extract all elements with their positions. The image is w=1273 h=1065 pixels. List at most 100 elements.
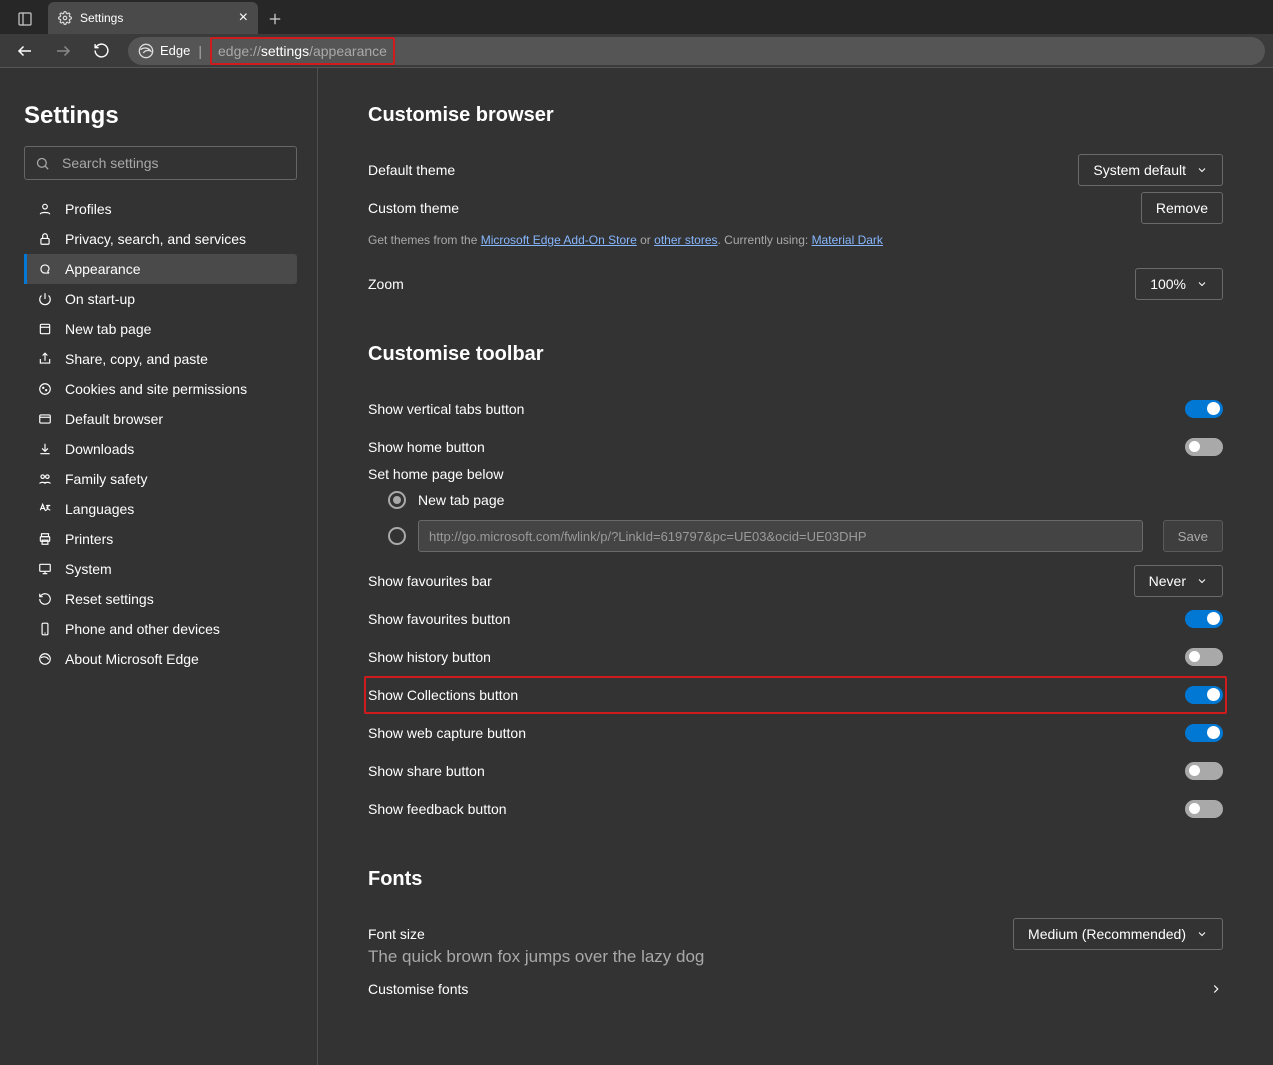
history-button-label: Show history button: [368, 649, 491, 665]
cookie-icon: [37, 381, 53, 397]
edge-site-info[interactable]: Edge: [138, 43, 190, 59]
nav-startup[interactable]: On start-up: [24, 284, 297, 314]
back-button[interactable]: [8, 36, 42, 66]
phone-icon: [37, 621, 53, 637]
default-theme-label: Default theme: [368, 162, 455, 178]
tab-title: Settings: [80, 11, 123, 25]
reset-icon: [37, 591, 53, 607]
address-separator: |: [198, 43, 202, 59]
addon-store-link[interactable]: Microsoft Edge Add-On Store: [481, 233, 637, 247]
fav-bar-label: Show favourites bar: [368, 573, 492, 589]
section-fonts: Fonts Font size Medium (Recommended) The…: [368, 868, 1223, 1011]
nav-profiles[interactable]: Profiles: [24, 194, 297, 224]
share-button-toggle[interactable]: [1185, 762, 1223, 780]
vertical-tabs-label: Show vertical tabs button: [368, 401, 524, 417]
search-icon: [35, 156, 50, 171]
gear-icon: [58, 11, 72, 25]
nav-downloads[interactable]: Downloads: [24, 434, 297, 464]
nav-default-browser[interactable]: Default browser: [24, 404, 297, 434]
nav-family[interactable]: Family safety: [24, 464, 297, 494]
lock-icon: [37, 231, 53, 247]
home-button-sub: Set home page below: [368, 466, 1223, 482]
remove-theme-button[interactable]: Remove: [1141, 192, 1223, 224]
heading-fonts: Fonts: [368, 868, 1223, 891]
address-url-highlight: edge://settings/appearance: [210, 37, 395, 65]
fav-button-toggle[interactable]: [1185, 610, 1223, 628]
nav-reset[interactable]: Reset settings: [24, 584, 297, 614]
edge-icon: [37, 651, 53, 667]
customise-fonts-link[interactable]: Customise fonts: [368, 967, 1223, 1011]
page-icon: [37, 321, 53, 337]
font-size-label: Font size: [368, 926, 425, 942]
printer-icon: [37, 531, 53, 547]
home-url-save-button[interactable]: Save: [1163, 520, 1223, 552]
home-button-label: Show home button: [368, 439, 485, 455]
zoom-label: Zoom: [368, 276, 404, 292]
chevron-down-icon: [1196, 575, 1208, 587]
font-sample-text: The quick brown fox jumps over the lazy …: [368, 947, 1223, 967]
forward-button[interactable]: [46, 36, 80, 66]
browser-tab[interactable]: Settings ×: [48, 2, 258, 34]
search-settings[interactable]: [24, 146, 297, 180]
current-theme-link[interactable]: Material Dark: [812, 233, 883, 247]
chevron-down-icon: [1196, 278, 1208, 290]
heading-customise-browser: Customise browser: [368, 104, 1223, 127]
search-settings-input[interactable]: [60, 154, 286, 172]
monitor-icon: [37, 561, 53, 577]
chevron-right-icon: [1209, 982, 1223, 996]
brush-icon: [37, 261, 53, 277]
font-size-select[interactable]: Medium (Recommended): [1013, 918, 1223, 950]
nav-phone[interactable]: Phone and other devices: [24, 614, 297, 644]
share-button-label: Show share button: [368, 763, 485, 779]
section-customise-toolbar: Customise toolbar Show vertical tabs but…: [368, 343, 1223, 828]
new-tab-button[interactable]: [258, 4, 292, 34]
power-icon: [37, 291, 53, 307]
nav-printers[interactable]: Printers: [24, 524, 297, 554]
zoom-select[interactable]: 100%: [1135, 268, 1223, 300]
fav-bar-select[interactable]: Never: [1134, 565, 1223, 597]
other-stores-link[interactable]: other stores: [654, 233, 717, 247]
custom-theme-label: Custom theme: [368, 200, 459, 216]
share-icon: [37, 351, 53, 367]
collections-button-label: Show Collections button: [368, 687, 518, 703]
language-icon: [37, 501, 53, 517]
feedback-button-label: Show feedback button: [368, 801, 507, 817]
close-tab-icon[interactable]: ×: [239, 10, 248, 26]
history-button-toggle[interactable]: [1185, 648, 1223, 666]
heading-customise-toolbar: Customise toolbar: [368, 343, 1223, 366]
home-newtab-label: New tab page: [418, 492, 504, 508]
nav-languages[interactable]: Languages: [24, 494, 297, 524]
home-url-input[interactable]: [418, 520, 1143, 552]
nav-privacy[interactable]: Privacy, search, and services: [24, 224, 297, 254]
web-capture-label: Show web capture button: [368, 725, 526, 741]
vertical-tabs-toggle[interactable]: [1185, 400, 1223, 418]
download-icon: [37, 441, 53, 457]
section-customise-browser: Customise browser Default theme System d…: [368, 104, 1223, 303]
web-capture-toggle[interactable]: [1185, 724, 1223, 742]
refresh-button[interactable]: [84, 36, 118, 66]
feedback-button-toggle[interactable]: [1185, 800, 1223, 818]
home-url-radio[interactable]: [388, 527, 406, 545]
collections-button-toggle[interactable]: [1185, 686, 1223, 704]
nav-newtab[interactable]: New tab page: [24, 314, 297, 344]
nav-about[interactable]: About Microsoft Edge: [24, 644, 297, 674]
home-button-toggle[interactable]: [1185, 438, 1223, 456]
nav-share[interactable]: Share, copy, and paste: [24, 344, 297, 374]
nav-system[interactable]: System: [24, 554, 297, 584]
family-icon: [37, 471, 53, 487]
collections-row-highlight: Show Collections button: [364, 676, 1227, 714]
address-bar[interactable]: Edge | edge://settings/appearance: [128, 37, 1265, 65]
nav-appearance[interactable]: Appearance: [24, 254, 297, 284]
default-theme-select[interactable]: System default: [1078, 154, 1223, 186]
person-icon: [37, 201, 53, 217]
fav-button-label: Show favourites button: [368, 611, 510, 627]
settings-title: Settings: [24, 102, 297, 130]
chevron-down-icon: [1196, 164, 1208, 176]
chevron-down-icon: [1196, 928, 1208, 940]
address-chip-label: Edge: [160, 43, 190, 58]
tab-actions-menu[interactable]: [10, 4, 40, 34]
edge-logo-icon: [138, 43, 154, 59]
nav-cookies[interactable]: Cookies and site permissions: [24, 374, 297, 404]
custom-theme-note: Get themes from the Microsoft Edge Add-O…: [368, 233, 1223, 247]
home-newtab-radio[interactable]: [388, 491, 406, 509]
